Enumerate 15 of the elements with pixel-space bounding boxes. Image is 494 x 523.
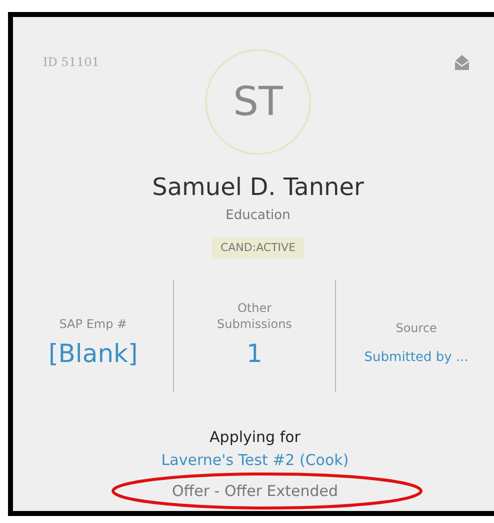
- stat-label: Other Submissions: [216, 300, 293, 332]
- source-link[interactable]: Submitted by ...: [364, 346, 468, 370]
- avatar-initials: ST: [205, 49, 311, 155]
- candidate-name: Samuel D. Tanner: [152, 172, 364, 203]
- job-link[interactable]: Laverne's Test #2 (Cook): [161, 448, 349, 471]
- stat-value-link[interactable]: [Blank]: [48, 338, 138, 370]
- envelope-icon[interactable]: [454, 53, 470, 71]
- department-label: Education: [226, 207, 290, 225]
- status-badge: CAND:ACTIVE: [212, 238, 304, 258]
- stat-value-link[interactable]: 1: [246, 338, 262, 370]
- candidate-id: ID 51101: [43, 54, 100, 71]
- stat-label: SAP Emp #: [58, 316, 128, 332]
- stat-label: Source: [394, 320, 438, 336]
- offer-status: Offer - Offer Extended: [172, 482, 338, 500]
- applying-for-label: Applying for: [210, 427, 300, 448]
